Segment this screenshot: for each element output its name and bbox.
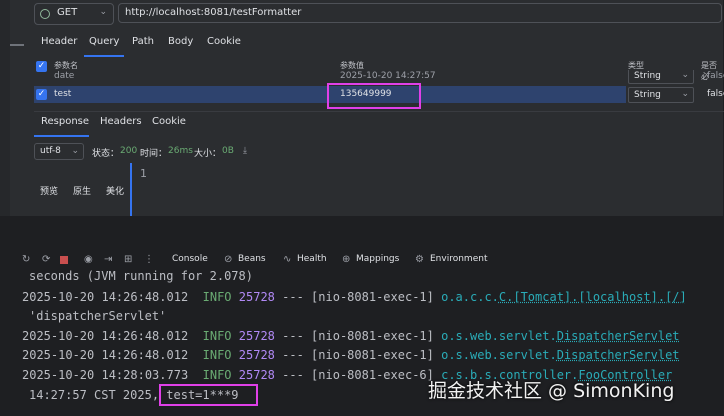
console-line: 2025-10-20 14:26:48.012 INFO 25728 --- [… — [22, 329, 680, 343]
response-tabs: Response Headers Cookie — [0, 116, 724, 136]
tab-mappings[interactable]: Mappings — [356, 254, 399, 264]
tab-headers[interactable]: Headers — [100, 116, 142, 127]
status-bar: 状态： 200 时间： 26ms 大小： 0B ⤓ — [92, 146, 247, 159]
url-input[interactable]: http://localhost:8081/testFormatter — [118, 3, 722, 23]
response-time: 26ms — [168, 146, 193, 156]
tab-path[interactable]: Path — [132, 36, 154, 47]
mappings-icon: ⊕ — [342, 254, 351, 265]
camera-icon[interactable]: ◉ — [84, 254, 93, 265]
divider — [34, 111, 724, 112]
tab-response-cookie[interactable]: Cookie — [152, 116, 186, 127]
type-select[interactable]: String ⌄ — [628, 87, 694, 103]
console-line: seconds (JVM running for 2.078) — [29, 269, 253, 283]
required-value: false — [707, 89, 724, 99]
type-select[interactable]: String ⌄ — [628, 70, 694, 84]
tab-response[interactable]: Response — [41, 116, 89, 127]
param-row[interactable]: date 2025-10-20 14:27:57 String ⌄ false — [34, 70, 724, 84]
highlight-box — [327, 83, 421, 109]
console-line: 2025-10-20 14:26:48.012 INFO 25728 --- [… — [22, 290, 687, 304]
view-options: 预览 原生 美化 — [0, 184, 130, 198]
health-icon: ∿ — [283, 254, 292, 265]
chevron-down-icon: ⌄ — [681, 70, 689, 80]
globe-icon — [40, 9, 50, 19]
tab-body[interactable]: Body — [168, 36, 193, 47]
console-line: 2025-10-20 14:26:48.012 INFO 25728 --- [… — [22, 348, 680, 362]
environment-icon: ⚙ — [415, 254, 424, 265]
tab-header[interactable]: Header — [41, 36, 77, 47]
param-name: test — [54, 89, 72, 99]
stop-icon[interactable] — [60, 256, 68, 264]
tab-health[interactable]: Health — [297, 254, 327, 264]
chevron-down-icon: ⌄ — [99, 7, 107, 17]
view-preview[interactable]: 预览 — [40, 184, 58, 197]
restore-layout-icon[interactable]: ⊞ — [124, 254, 132, 265]
watermark: 掘金技术社区 @ SimonKing — [428, 380, 675, 402]
tab-cookie[interactable]: Cookie — [207, 36, 241, 47]
step-icon[interactable]: ⟳ — [42, 254, 50, 265]
active-response-tab-indicator — [34, 135, 89, 137]
rerun-icon[interactable]: ↻ — [22, 254, 30, 265]
download-icon[interactable]: ⤓ — [243, 146, 247, 156]
tab-console[interactable]: Console — [172, 254, 208, 264]
line-number: 1 — [140, 167, 147, 180]
editor-gutter — [130, 163, 132, 216]
tab-environment[interactable]: Environment — [430, 254, 487, 264]
tab-query[interactable]: Query — [89, 36, 119, 47]
exit-icon[interactable]: ⇥ — [104, 254, 112, 265]
status-code: 200 — [120, 146, 138, 156]
chevron-down-icon: ⌄ — [681, 89, 689, 99]
response-size: 0B — [222, 146, 234, 156]
method-select[interactable]: GET ⌄ — [34, 3, 114, 25]
request-tabs: Header Query Path Body Cookie — [0, 36, 724, 56]
view-pretty[interactable]: 美化 — [106, 184, 124, 197]
console-toolbar: ↻ ⟳ ◉ ⇥ ⊞ ⋮ Console ⊘ Beans ∿ Health ⊕ M… — [0, 250, 724, 270]
view-raw[interactable]: 原生 — [73, 184, 91, 197]
more-icon[interactable]: ⋮ — [144, 254, 154, 265]
param-checkbox[interactable]: ✓ — [36, 89, 47, 100]
tab-beans[interactable]: Beans — [238, 254, 266, 264]
highlight-box — [159, 384, 258, 406]
beans-icon: ⊘ — [224, 254, 233, 265]
active-tab-indicator — [84, 55, 124, 57]
console-line: 'dispatcherServlet' — [29, 309, 167, 323]
